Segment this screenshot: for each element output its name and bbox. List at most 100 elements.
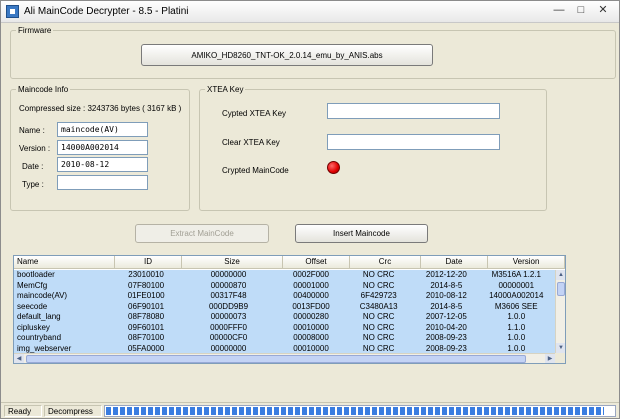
firmware-legend: Firmware xyxy=(18,26,52,35)
crypted-maincode-label: Crypted MainCode xyxy=(222,166,289,175)
table-row[interactable]: maincode(AV) 01FE0100 00317F48 00400000 … xyxy=(14,291,555,302)
table-row[interactable]: bootloader 23010010 00000000 0002F000 NO… xyxy=(14,270,555,281)
table-body: bootloader 23010010 00000000 0002F000 NO… xyxy=(14,270,555,354)
cell-size: 000DD9B9 xyxy=(208,301,249,311)
cell-name: MemCfg xyxy=(17,280,48,290)
minimize-icon[interactable]: — xyxy=(549,3,569,19)
insert-maincode-button[interactable]: Insert Maincode xyxy=(295,224,428,243)
type-label: Type : xyxy=(22,180,44,189)
cell-crc: NO CRC xyxy=(362,333,395,342)
title-bar[interactable]: Ali MainCode Decrypter - 8.5 - Platini —… xyxy=(1,1,619,23)
cell-name: maincode(AV) xyxy=(17,291,68,300)
cell-date: 2014-8-5 xyxy=(430,280,463,290)
cell-crc: 6F429723 xyxy=(360,291,397,300)
cell-id: 01FE0100 xyxy=(127,291,165,300)
cell-id: 23010010 xyxy=(128,270,164,279)
cell-offset: 00000280 xyxy=(293,312,329,321)
version-label: Version : xyxy=(19,144,51,153)
table-row[interactable]: cipluskey 09F60101 0000FFF0 00010000 NO … xyxy=(14,322,555,333)
scroll-down-icon[interactable]: ▼ xyxy=(556,343,565,353)
cell-size: 00317F48 xyxy=(210,291,247,300)
cell-id: 08F78080 xyxy=(128,312,165,321)
cell-version: 1.1.0 xyxy=(507,322,526,332)
maincode-info-legend: Maincode Info xyxy=(18,85,69,94)
scroll-corner xyxy=(555,353,565,363)
clear-xtea-key-field[interactable] xyxy=(327,134,500,150)
cell-date: 2008-09-23 xyxy=(425,333,467,342)
column-header-crc[interactable]: Crc xyxy=(350,256,421,269)
status-bar: Ready Decompress xyxy=(1,402,619,418)
table-row[interactable]: seecode 06F90101 000DD9B9 0013FD00 C3480… xyxy=(14,301,555,312)
table-header: Name ID Size Offset Crc Date Version xyxy=(14,256,565,269)
scroll-up-icon[interactable]: ▲ xyxy=(556,270,565,280)
cell-size: 0000FFF0 xyxy=(210,322,247,332)
cell-name: default_lang xyxy=(17,312,61,321)
cell-date: 2010-04-20 xyxy=(425,322,467,332)
cell-date: 2010-08-12 xyxy=(425,291,467,300)
scroll-right-icon[interactable]: ▶ xyxy=(545,354,555,363)
column-header-id[interactable]: ID xyxy=(114,256,183,269)
cell-crc: C3480A13 xyxy=(359,301,398,311)
cell-version: 14000A002014 xyxy=(489,291,544,300)
cell-size: 00000870 xyxy=(210,280,247,290)
horizontal-scroll-thumb[interactable] xyxy=(26,355,526,363)
cell-name: seecode xyxy=(17,301,48,311)
maximize-icon[interactable]: □ xyxy=(571,3,591,19)
cell-name: cipluskey xyxy=(17,322,50,332)
cell-offset: 0002F000 xyxy=(292,270,329,279)
cell-version: 1.0.0 xyxy=(507,312,526,321)
cell-date: 2007-12-05 xyxy=(425,312,467,321)
xtea-key-legend: XTEA Key xyxy=(207,85,244,94)
horizontal-scrollbar[interactable]: ◀ ▶ xyxy=(14,353,555,363)
column-header-date[interactable]: Date xyxy=(420,256,489,269)
cell-name: countryband xyxy=(17,333,62,342)
cell-version: M3516A 1.2.1 xyxy=(491,270,541,279)
cell-size: 00000000 xyxy=(210,270,247,279)
compressed-size-text: Compressed size : 3243736 bytes ( 3167 k… xyxy=(19,104,182,113)
crypted-xtea-key-field[interactable] xyxy=(327,103,500,119)
column-header-version[interactable]: Version xyxy=(488,256,565,269)
extract-maincode-button[interactable]: Extract MainCode xyxy=(135,224,269,243)
progress-fill xyxy=(106,407,604,415)
firmware-file-button[interactable]: AMIKO_HD8260_TNT-OK_2.0.14_emu_by_ANIS.a… xyxy=(141,44,433,66)
cell-id: 07F80100 xyxy=(128,280,165,290)
table-row[interactable]: default_lang 08F78080 00000073 00000280 … xyxy=(14,312,555,323)
type-field[interactable] xyxy=(57,175,148,190)
cell-id: 08F70100 xyxy=(128,333,165,342)
name-label: Name : xyxy=(19,126,45,135)
close-icon[interactable]: ✕ xyxy=(593,3,613,19)
cell-crc: NO CRC xyxy=(362,280,395,290)
vertical-scroll-thumb[interactable] xyxy=(557,282,565,296)
column-header-name[interactable]: Name xyxy=(14,256,115,269)
scroll-left-icon[interactable]: ◀ xyxy=(14,354,24,363)
column-header-offset[interactable]: Offset xyxy=(282,256,351,269)
table-row[interactable]: countryband 08F70100 00000CF0 00008000 N… xyxy=(14,333,555,344)
crypted-maincode-indicator-icon xyxy=(327,161,340,174)
cell-offset: 00008000 xyxy=(293,333,329,342)
operation-text: Decompress xyxy=(44,405,102,417)
cell-version: M3606 SEE xyxy=(494,301,538,311)
cell-offset: 00010000 xyxy=(293,322,329,332)
date-field[interactable]: 2010-08-12 xyxy=(57,157,148,172)
app-window: Ali MainCode Decrypter - 8.5 - Platini —… xyxy=(0,0,620,419)
app-icon xyxy=(6,5,19,18)
cell-name: bootloader xyxy=(17,270,55,279)
name-field[interactable]: maincode(AV) xyxy=(57,122,148,137)
cell-id: 06F90101 xyxy=(128,301,165,311)
status-text: Ready xyxy=(4,405,42,417)
maincode-table[interactable]: Name ID Size Offset Crc Date Version boo… xyxy=(13,255,566,364)
vertical-scrollbar[interactable]: ▲ ▼ xyxy=(555,270,565,353)
cell-crc: NO CRC xyxy=(362,312,395,321)
crypted-xtea-key-label: Cypted XTEA Key xyxy=(222,109,287,118)
cell-size: 00000073 xyxy=(210,312,247,321)
cell-crc: NO CRC xyxy=(362,322,395,332)
table-row[interactable]: MemCfg 07F80100 00000870 00001000 NO CRC… xyxy=(14,280,555,291)
cell-date: 2014-8-5 xyxy=(430,301,463,311)
version-field[interactable]: 14000A002014 xyxy=(57,140,148,155)
cell-offset: 00001000 xyxy=(293,280,329,290)
cell-size: 00000CF0 xyxy=(209,333,248,342)
cell-date: 2012-12-20 xyxy=(425,270,467,279)
column-header-size[interactable]: Size xyxy=(182,256,283,269)
window-title: Ali MainCode Decrypter - 8.5 - Platini xyxy=(24,6,189,17)
progress-bar xyxy=(104,405,616,417)
